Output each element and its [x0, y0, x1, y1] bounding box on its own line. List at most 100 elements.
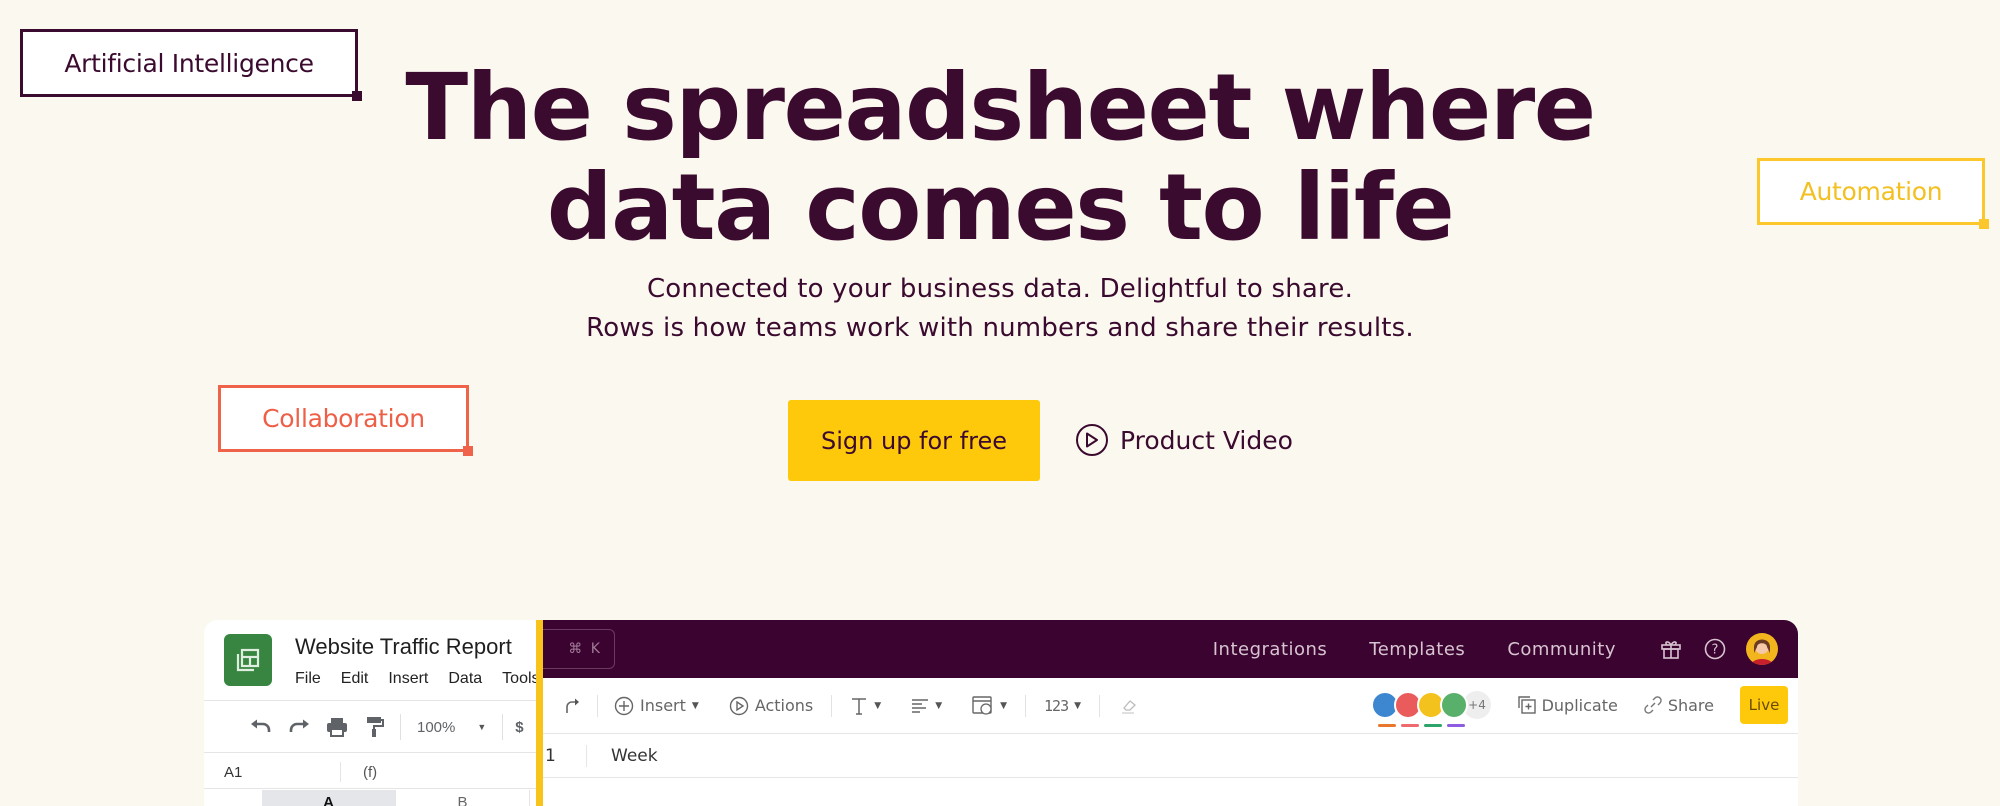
share-label: Share — [1667, 695, 1714, 715]
cell-style-button[interactable]: ▼ — [972, 695, 1008, 716]
toolbar-separator — [400, 714, 401, 740]
product-video-button[interactable]: Product Video — [1076, 420, 1293, 460]
text-format-button[interactable]: ▼ — [850, 696, 881, 716]
share-button[interactable]: Share — [1644, 696, 1714, 715]
corner-cell — [204, 790, 262, 806]
play-circle-icon — [729, 696, 749, 715]
eraser-icon — [1122, 699, 1137, 714]
live-button[interactable]: Live — [1740, 686, 1788, 724]
hero-subtitle: Connected to your business data. Delight… — [0, 270, 2000, 348]
palette-icon — [972, 695, 992, 715]
svg-text:?: ? — [1712, 643, 1719, 658]
user-avatar[interactable] — [1746, 633, 1778, 665]
column-headers: A B — [204, 790, 540, 806]
number-format-label: 123 — [1044, 696, 1069, 715]
sheets-logo-icon — [224, 634, 272, 686]
presence-indicator — [1378, 724, 1396, 727]
top-nav: Integrations Templates Community ? — [1213, 620, 1778, 678]
sheets-toolbar: 100% ▼ $ — [248, 710, 524, 744]
currency-format-button[interactable]: $ — [515, 719, 523, 736]
link-icon — [1644, 696, 1662, 714]
comparison-slider-handle[interactable] — [536, 620, 543, 806]
toolbar-separator — [1099, 694, 1101, 717]
insert-button[interactable]: Insert ▼ — [614, 696, 699, 716]
actions-label: Actions — [754, 696, 814, 715]
command-search[interactable]: ⌘ K — [543, 629, 615, 669]
menu-insert[interactable]: Insert — [388, 670, 428, 688]
toolbar-separator — [1025, 694, 1027, 717]
collaborator-avatar — [1440, 691, 1468, 727]
cell-reference[interactable]: A1 — [204, 762, 341, 782]
formula-bar: A1 (f) — [204, 756, 540, 788]
menu-edit[interactable]: Edit — [341, 670, 369, 688]
undo-icon[interactable] — [248, 714, 274, 740]
toolbar-separator — [831, 694, 833, 717]
divider — [204, 752, 540, 753]
chevron-down-icon: ▼ — [935, 700, 943, 711]
insert-label: Insert — [640, 696, 686, 715]
divider — [204, 700, 540, 701]
print-icon[interactable] — [324, 714, 350, 740]
column-header-b[interactable]: B — [396, 790, 530, 806]
chevron-down-icon: ▼ — [477, 722, 487, 732]
tag-collaboration: Collaboration — [218, 385, 473, 456]
chevron-down-icon: ▼ — [1074, 700, 1082, 711]
align-left-icon — [912, 698, 929, 713]
nav-templates[interactable]: Templates — [1369, 639, 1465, 660]
number-format-button[interactable]: 123 ▼ — [1044, 697, 1081, 715]
toolbar-separator — [597, 694, 598, 717]
text-icon — [852, 697, 867, 715]
collaborator-avatars[interactable]: +4 — [1371, 691, 1491, 727]
product-video-label: Product Video — [1120, 425, 1293, 455]
toolbar-separator — [502, 714, 504, 740]
zoom-select[interactable]: 100% ▼ — [413, 719, 490, 736]
redo-icon[interactable] — [286, 714, 312, 740]
hero-subtitle-line-2: Rows is how teams work with numbers and … — [586, 313, 1414, 343]
sign-up-button[interactable]: Sign up for free — [788, 400, 1040, 481]
sheets-menubar: File Edit Insert Data Tools — [295, 670, 540, 688]
hero-subtitle-line-1: Connected to your business data. Delight… — [646, 274, 1354, 304]
product-preview: Website Traffic Report File Edit Insert … — [204, 620, 1798, 806]
tag-label: Collaboration — [262, 404, 425, 433]
rows-toolbar: Insert ▼ Actions ▼ ▼ ▼ 123 ▼ +4 Duplicat… — [543, 678, 1798, 734]
hero-title-line-1: The spreadsheet where — [405, 54, 1596, 161]
menu-data[interactable]: Data — [448, 670, 482, 688]
menu-file[interactable]: File — [295, 670, 321, 688]
duplicate-icon — [1517, 696, 1536, 714]
rows-top-bar: ⌘ K Integrations Templates Community ? — [543, 620, 1798, 678]
presence-indicator — [1447, 724, 1465, 727]
column-header-a[interactable]: A — [262, 790, 396, 806]
paint-format-icon[interactable] — [362, 714, 388, 740]
presence-indicator — [1401, 724, 1419, 727]
gift-icon[interactable] — [1658, 636, 1684, 662]
help-icon[interactable]: ? — [1702, 636, 1728, 662]
toolbar-right-actions: Duplicate Share Live — [1517, 686, 1788, 724]
redo-icon[interactable] — [563, 697, 581, 715]
play-icon — [1076, 424, 1108, 456]
chevron-down-icon: ▼ — [874, 700, 882, 711]
clear-format-button[interactable] — [1120, 698, 1138, 714]
presence-indicator — [1424, 724, 1442, 727]
sheets-panel: Website Traffic Report File Edit Insert … — [204, 620, 540, 806]
nav-community[interactable]: Community — [1507, 639, 1616, 660]
plus-circle-icon — [614, 696, 634, 715]
table-row: 1 Week — [543, 734, 1798, 778]
sheet-title: Website Traffic Report — [295, 634, 512, 659]
duplicate-label: Duplicate — [1541, 695, 1618, 715]
tag-corner-handle — [463, 446, 473, 456]
nav-integrations[interactable]: Integrations — [1213, 639, 1328, 660]
chevron-down-icon: ▼ — [691, 700, 699, 711]
row-number: 1 — [543, 744, 587, 767]
hero-title: The spreadsheet where data comes to life — [0, 58, 2000, 258]
menu-tools[interactable]: Tools — [502, 670, 539, 688]
sign-up-label: Sign up for free — [821, 426, 1007, 455]
hero-title-line-2: data comes to life — [546, 154, 1455, 261]
function-icon: (f) — [363, 763, 378, 781]
align-button[interactable]: ▼ — [911, 698, 942, 714]
zoom-value: 100% — [417, 718, 456, 736]
duplicate-button[interactable]: Duplicate — [1517, 695, 1618, 715]
actions-button[interactable]: Actions — [729, 696, 813, 716]
divider — [204, 788, 540, 789]
table-cell[interactable]: Week — [587, 746, 658, 766]
chevron-down-icon: ▼ — [1000, 700, 1008, 711]
